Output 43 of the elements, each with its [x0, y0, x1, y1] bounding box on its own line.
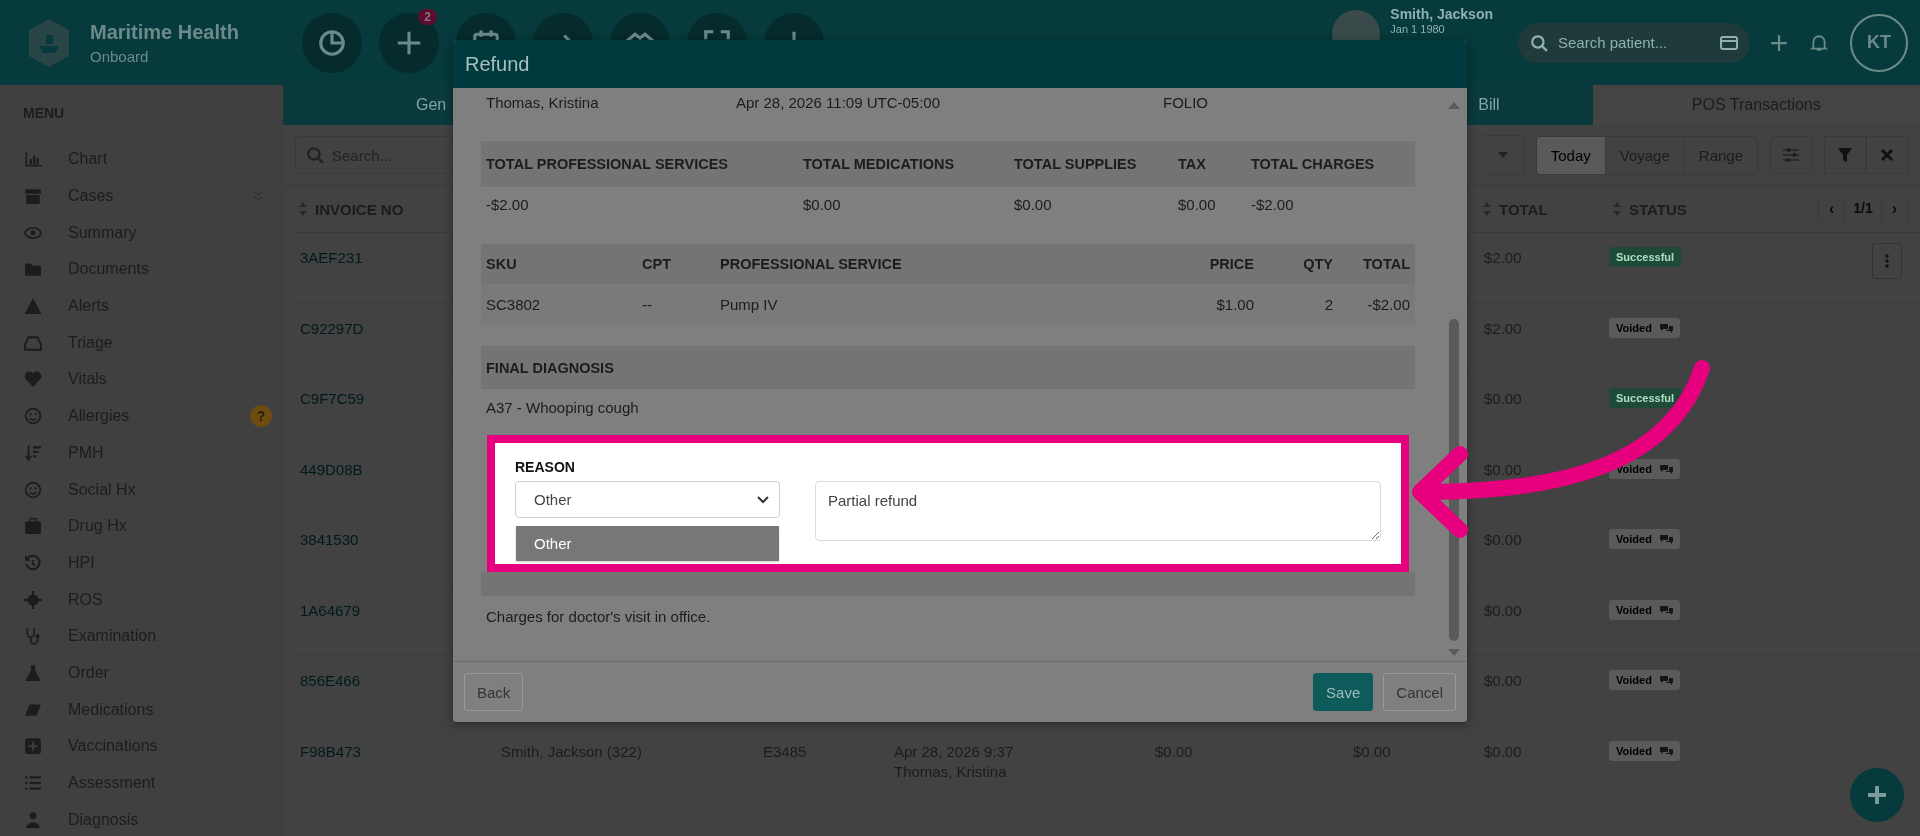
column-header: TOTAL MEDICATIONS [803, 156, 956, 172]
column-header: QTY [1302, 256, 1333, 272]
column-header: TOTAL CHARGES [1251, 156, 1376, 172]
table-cell-text: $0.00 [803, 195, 842, 213]
patient-name: Smith, Jackson [1390, 6, 1493, 22]
patient-dob: Jan 1 1980 [1390, 23, 1446, 35]
status-badge: Voided [1609, 529, 1680, 549]
dialog-title: Refund [465, 52, 530, 76]
app-subtitle: Onboard [90, 47, 150, 65]
status-badge: Successful [1609, 388, 1682, 408]
status-badge: Voided [1609, 740, 1680, 761]
diagnosis-text: A37 - Whooping cough [486, 398, 640, 416]
table-cell-text: -$2.00 [1251, 195, 1295, 213]
table-cell-text: -- [642, 295, 653, 313]
table-cell-text: 2 [1323, 295, 1333, 313]
detail-text: Thomas, Kristina [486, 94, 600, 111]
table-cell-text: Pump IV [720, 295, 779, 313]
page-indicator: 1/1 [1844, 196, 1881, 222]
table-cell-text: $1.00 [1215, 295, 1254, 313]
app-name: Maritime Health [90, 20, 239, 44]
section-heading: FINAL DIAGNOSIS [486, 359, 615, 376]
table-cell-text: -$2.00 [1366, 295, 1410, 313]
column-header: TOTAL [1362, 256, 1410, 272]
column-header: SKU [486, 256, 518, 272]
column-header: CPT [642, 256, 672, 272]
status-badge: Successful [1609, 247, 1682, 267]
detail-text: Apr 28, 2026 11:09 UTC-05:00 [736, 94, 942, 111]
column-header: TAX [1178, 156, 1207, 172]
table-cell-text: $0.00 [1178, 195, 1217, 213]
table-cell-text: $0.00 [1014, 195, 1053, 213]
help-badge: ? [250, 405, 272, 428]
status-badge: Voided [1609, 599, 1680, 620]
column-header: PROFESSIONAL SERVICE [720, 256, 903, 272]
status-badge: Voided [1609, 317, 1680, 338]
notes-text: Charges for doctor's visit in office. [486, 607, 712, 625]
status-badge: Voided [1609, 670, 1680, 690]
column-header: PRICE [1208, 256, 1254, 272]
field-label: REASON [515, 459, 576, 475]
detail-text: FOLIO [1163, 94, 1209, 111]
column-header: TOTAL SUPPLIES [1014, 156, 1138, 172]
notification-badge: 2 [418, 8, 437, 25]
table-cell-text: -$2.00 [486, 195, 530, 213]
table-cell-text: SC3802 [486, 295, 542, 313]
